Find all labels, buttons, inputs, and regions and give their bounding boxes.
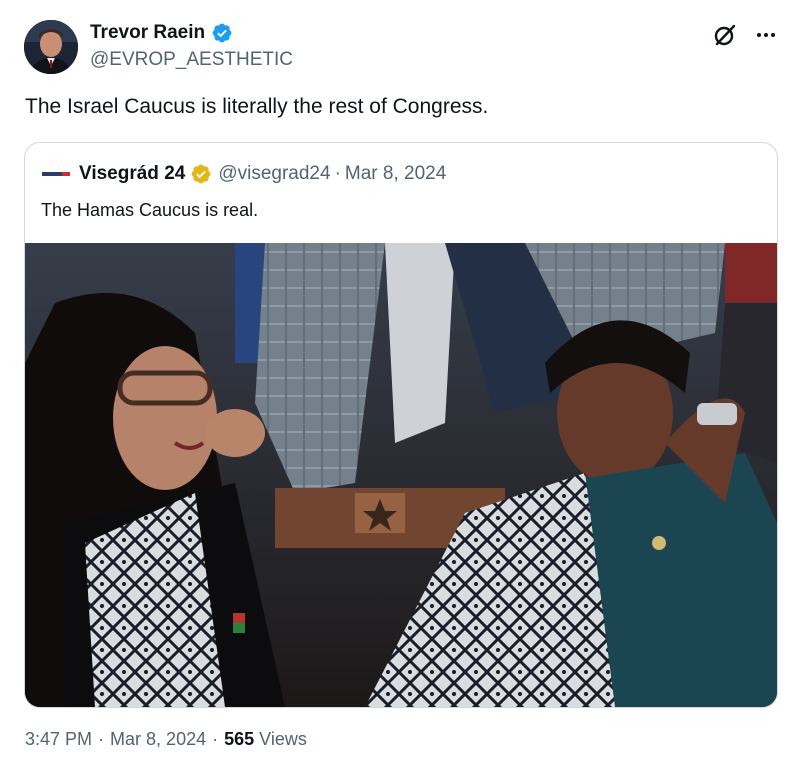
grok-icon[interactable] bbox=[712, 22, 738, 48]
quoted-author-handle[interactable]: @visegrad24 bbox=[218, 163, 330, 185]
tweet-meta-footer: 3:47 PM · Mar 8, 2024 · 565 Views bbox=[25, 729, 307, 750]
quoted-tweet-card[interactable]: Visegrád 24 @visegrad24 · Mar 8, 2024 Th… bbox=[24, 142, 778, 708]
visegrad-logo-icon[interactable] bbox=[41, 167, 71, 181]
author-name[interactable]: Trevor Raein bbox=[90, 22, 205, 44]
views-count: 565 bbox=[224, 729, 255, 749]
quoted-date[interactable]: Mar 8, 2024 bbox=[345, 163, 446, 185]
tweet-actions-top bbox=[712, 22, 778, 48]
author-avatar[interactable] bbox=[24, 20, 78, 74]
verified-badge-icon bbox=[212, 23, 232, 43]
separator-dot: · bbox=[212, 729, 219, 749]
gold-verified-badge-icon bbox=[191, 164, 211, 184]
tweet-date[interactable]: Mar 8, 2024 bbox=[110, 729, 206, 750]
author-name-row: Trevor Raein bbox=[90, 20, 233, 46]
separator-dot: · bbox=[334, 163, 341, 184]
views-label: Views bbox=[259, 729, 307, 749]
quoted-tweet-header: Visegrád 24 @visegrad24 · Mar 8, 2024 bbox=[41, 161, 446, 187]
tweet-text: The Israel Caucus is literally the rest … bbox=[25, 95, 489, 118]
quoted-tweet-text: The Hamas Caucus is real. bbox=[41, 200, 259, 220]
more-horizontal-icon[interactable] bbox=[754, 23, 778, 47]
author-handle[interactable]: @EVROP_AESTHETIC bbox=[90, 49, 293, 71]
tweet-time[interactable]: 3:47 PM bbox=[25, 729, 92, 750]
quoted-author-name[interactable]: Visegrád 24 bbox=[79, 163, 185, 185]
separator-dot: · bbox=[98, 729, 105, 749]
quoted-tweet-photo[interactable] bbox=[25, 243, 777, 707]
